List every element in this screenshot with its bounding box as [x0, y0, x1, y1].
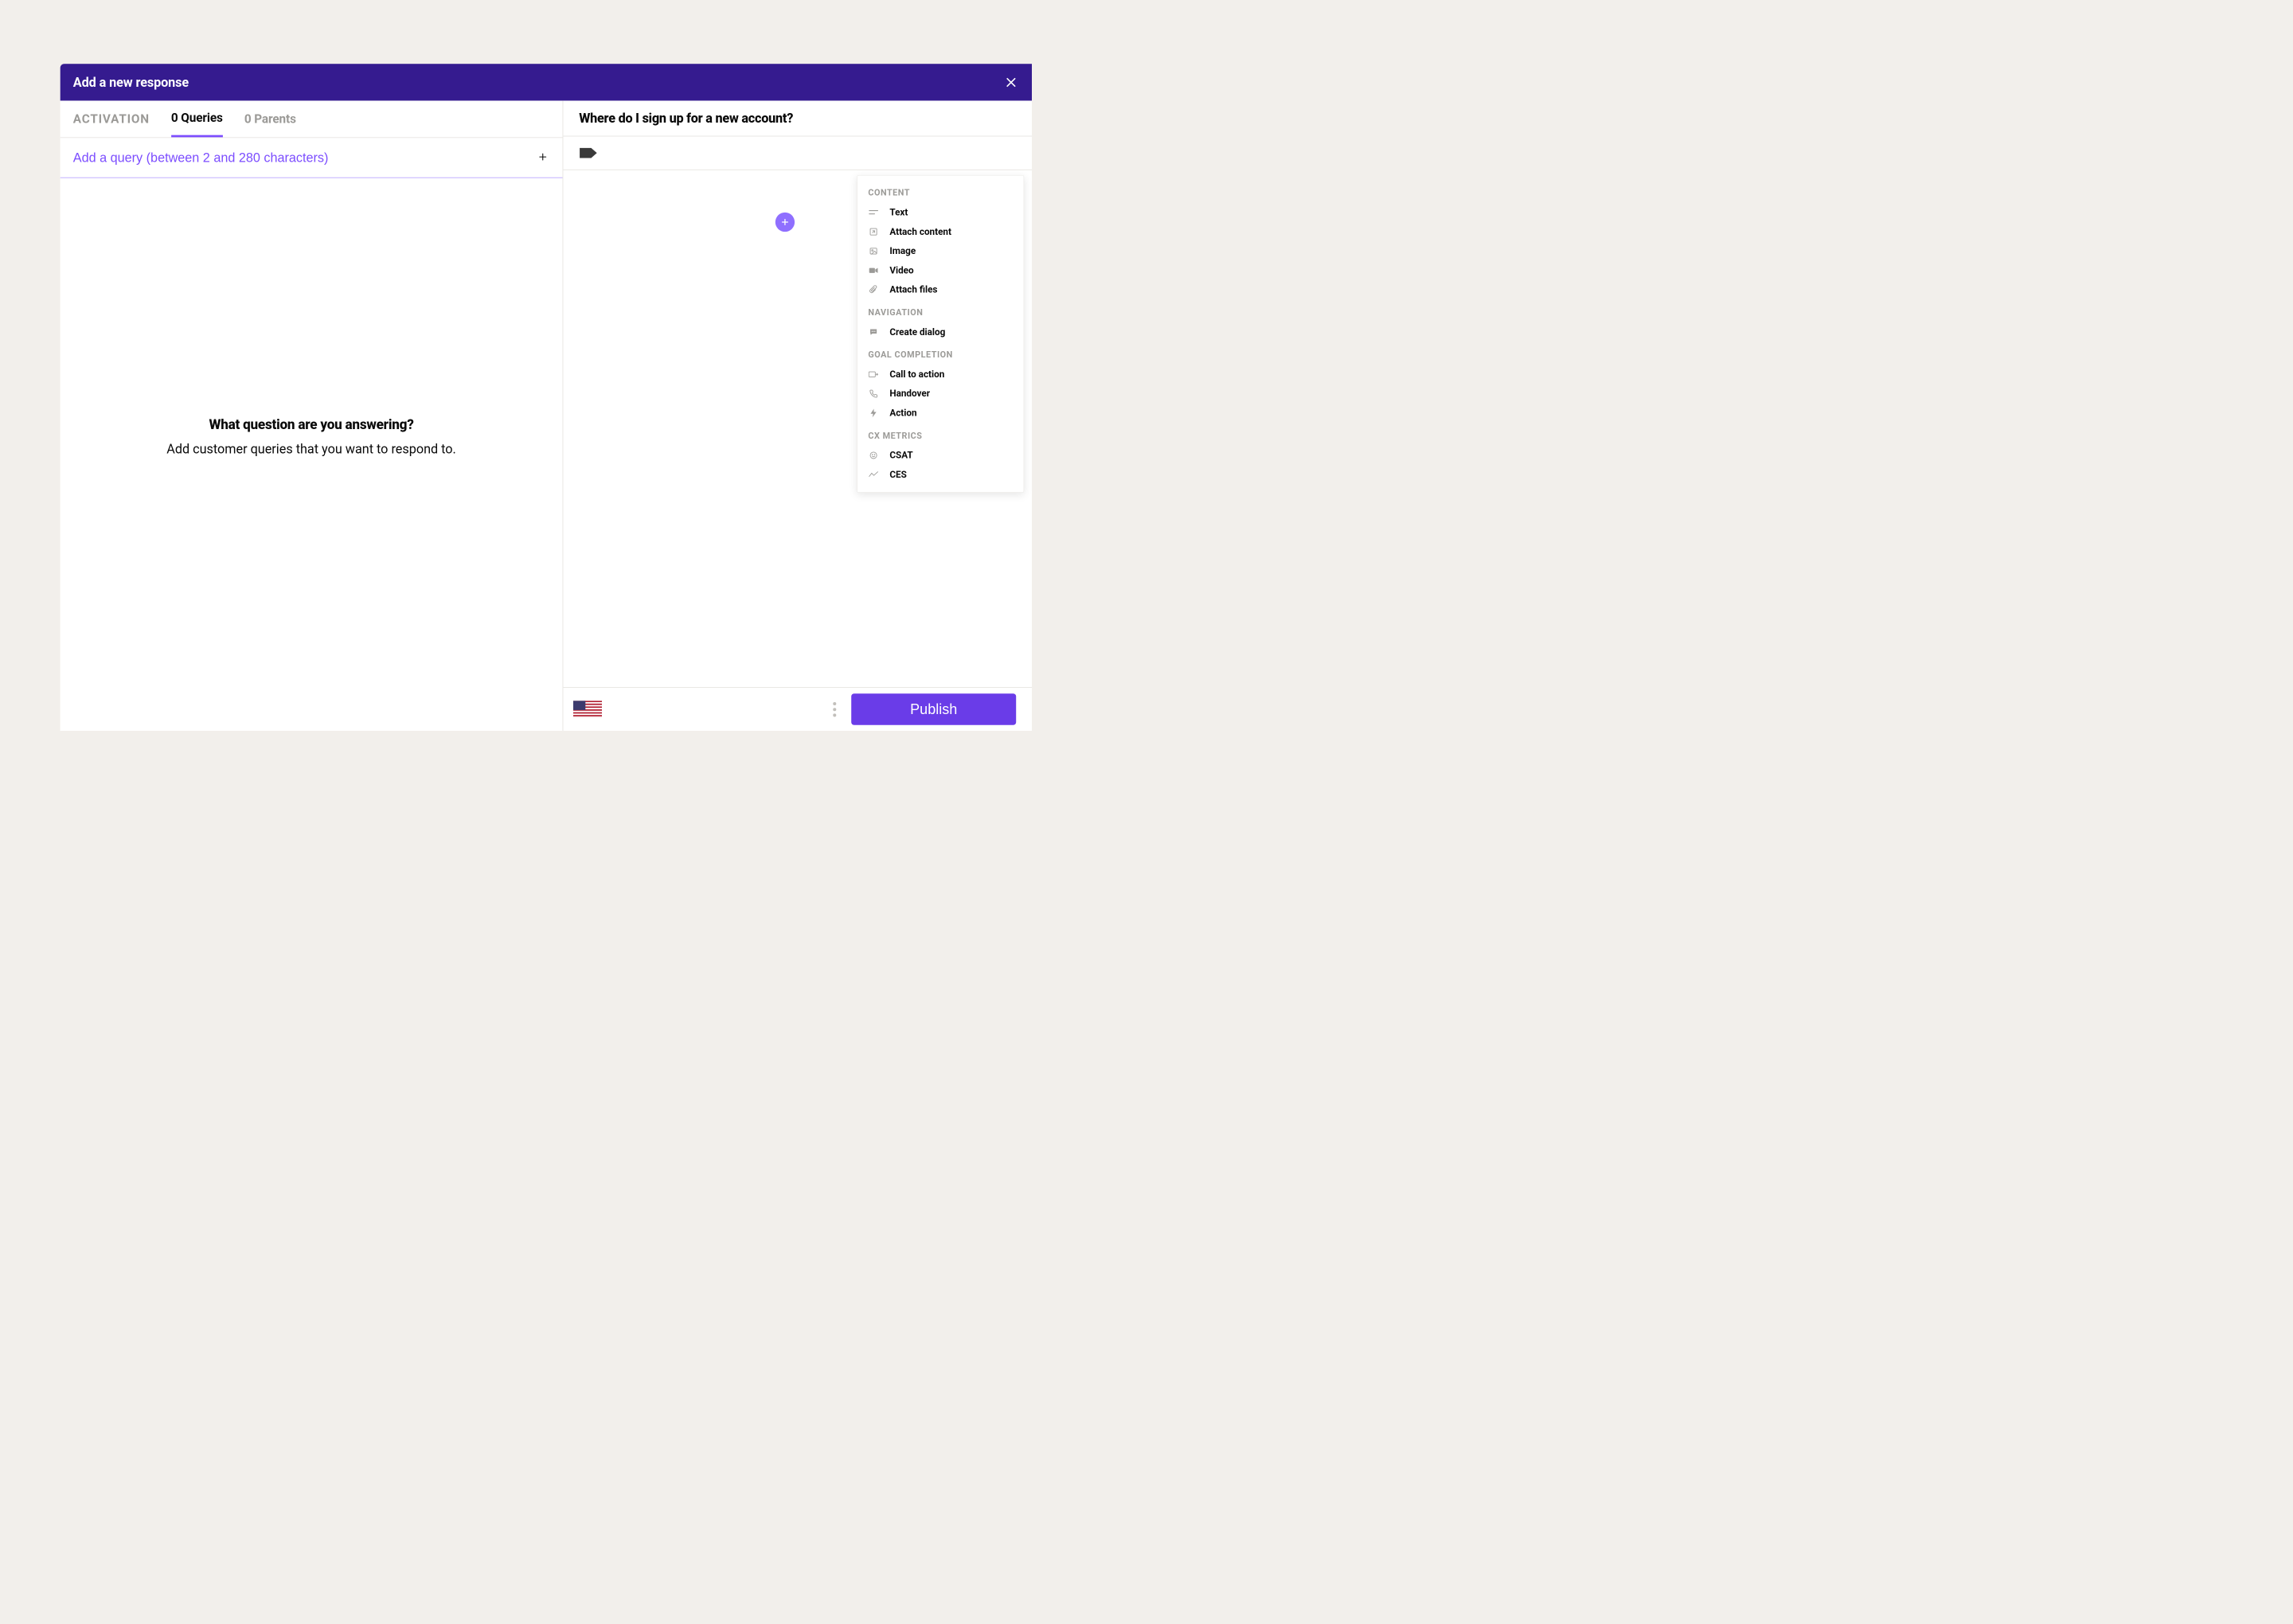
tag-icon [579, 146, 597, 159]
more-options-button[interactable] [830, 698, 840, 720]
tab-queries[interactable]: 0 Queries [171, 111, 223, 137]
popover-item-label: CES [889, 470, 906, 481]
add-response-modal: Add a new response ACTIVATION 0 Queries … [61, 64, 1032, 731]
phone-icon [868, 388, 879, 400]
popover-item-label: Video [889, 265, 913, 276]
right-footer: Publish [563, 688, 1032, 731]
chat-icon [868, 326, 879, 338]
locale-flag-us[interactable] [573, 701, 602, 718]
response-body: CONTENT Text Attach content [563, 170, 1032, 688]
empty-heading: What question are you answering? [209, 417, 414, 433]
add-query-input[interactable] [73, 150, 536, 166]
cta-icon [868, 369, 879, 381]
popover-item-label: Action [889, 408, 916, 419]
response-title-row: Where do I sign up for a new account? [563, 100, 1032, 136]
popover-item-label: Create dialog [889, 326, 945, 338]
right-panel: Where do I sign up for a new account? CO… [563, 100, 1032, 731]
popover-item-image[interactable]: Image [857, 241, 1024, 260]
popover-item-label: Handover [889, 388, 930, 400]
response-title: Where do I sign up for a new account? [579, 111, 1016, 126]
popover-item-video[interactable]: Video [857, 261, 1024, 280]
popover-item-handover[interactable]: Handover [857, 384, 1024, 403]
us-flag-icon [573, 701, 602, 718]
close-button[interactable] [1003, 74, 1019, 90]
add-block-popover: CONTENT Text Attach content [857, 175, 1024, 493]
empty-state: What question are you answering? Add cus… [61, 178, 563, 731]
label-row[interactable] [563, 136, 1032, 170]
tab-parents[interactable]: 0 Parents [244, 111, 296, 136]
popover-item-label: Attach files [889, 284, 937, 295]
publish-button[interactable]: Publish [851, 693, 1016, 725]
close-icon [1005, 76, 1018, 88]
popover-item-label: Image [889, 246, 916, 257]
paperclip-icon [868, 284, 879, 295]
left-panel: ACTIVATION 0 Queries 0 Parents What ques… [61, 100, 564, 731]
dot-icon [833, 713, 836, 716]
tab-activation[interactable]: ACTIVATION [73, 111, 150, 136]
popover-item-ces[interactable]: CES [857, 465, 1024, 484]
dot-icon [833, 702, 836, 705]
tabs: ACTIVATION 0 Queries 0 Parents [61, 100, 563, 138]
smile-icon [868, 450, 879, 461]
popover-item-action[interactable]: Action [857, 404, 1024, 423]
add-query-row [61, 138, 563, 178]
popover-item-attach-files[interactable]: Attach files [857, 280, 1024, 299]
video-icon [868, 265, 879, 276]
dot-icon [833, 708, 836, 711]
modal-header: Add a new response [61, 64, 1032, 100]
add-query-button[interactable] [536, 150, 549, 165]
popover-section-goal: GOAL COMPLETION [857, 342, 1024, 365]
add-block-button[interactable] [775, 213, 795, 232]
attach-content-icon [868, 226, 879, 237]
empty-sub: Add customer queries that you want to re… [166, 441, 456, 456]
lightning-icon [868, 408, 879, 419]
popover-item-label: Text [889, 207, 908, 218]
popover-section-navigation: NAVIGATION [857, 299, 1024, 322]
popover-item-create-dialog[interactable]: Create dialog [857, 322, 1024, 342]
plus-icon [538, 152, 548, 162]
popover-section-content: CONTENT [857, 183, 1024, 203]
modal-title: Add a new response [73, 75, 189, 90]
text-icon [868, 207, 879, 218]
popover-item-cta[interactable]: Call to action [857, 365, 1024, 384]
popover-section-cx: CX METRICS [857, 423, 1024, 446]
chart-line-icon [868, 470, 879, 481]
popover-item-text[interactable]: Text [857, 203, 1024, 222]
popover-item-csat[interactable]: CSAT [857, 446, 1024, 465]
image-icon [868, 246, 879, 257]
plus-icon [780, 217, 790, 227]
popover-item-label: Call to action [889, 369, 944, 381]
popover-item-label: CSAT [889, 450, 912, 461]
popover-item-label: Attach content [889, 226, 951, 237]
popover-item-attach-content[interactable]: Attach content [857, 222, 1024, 241]
